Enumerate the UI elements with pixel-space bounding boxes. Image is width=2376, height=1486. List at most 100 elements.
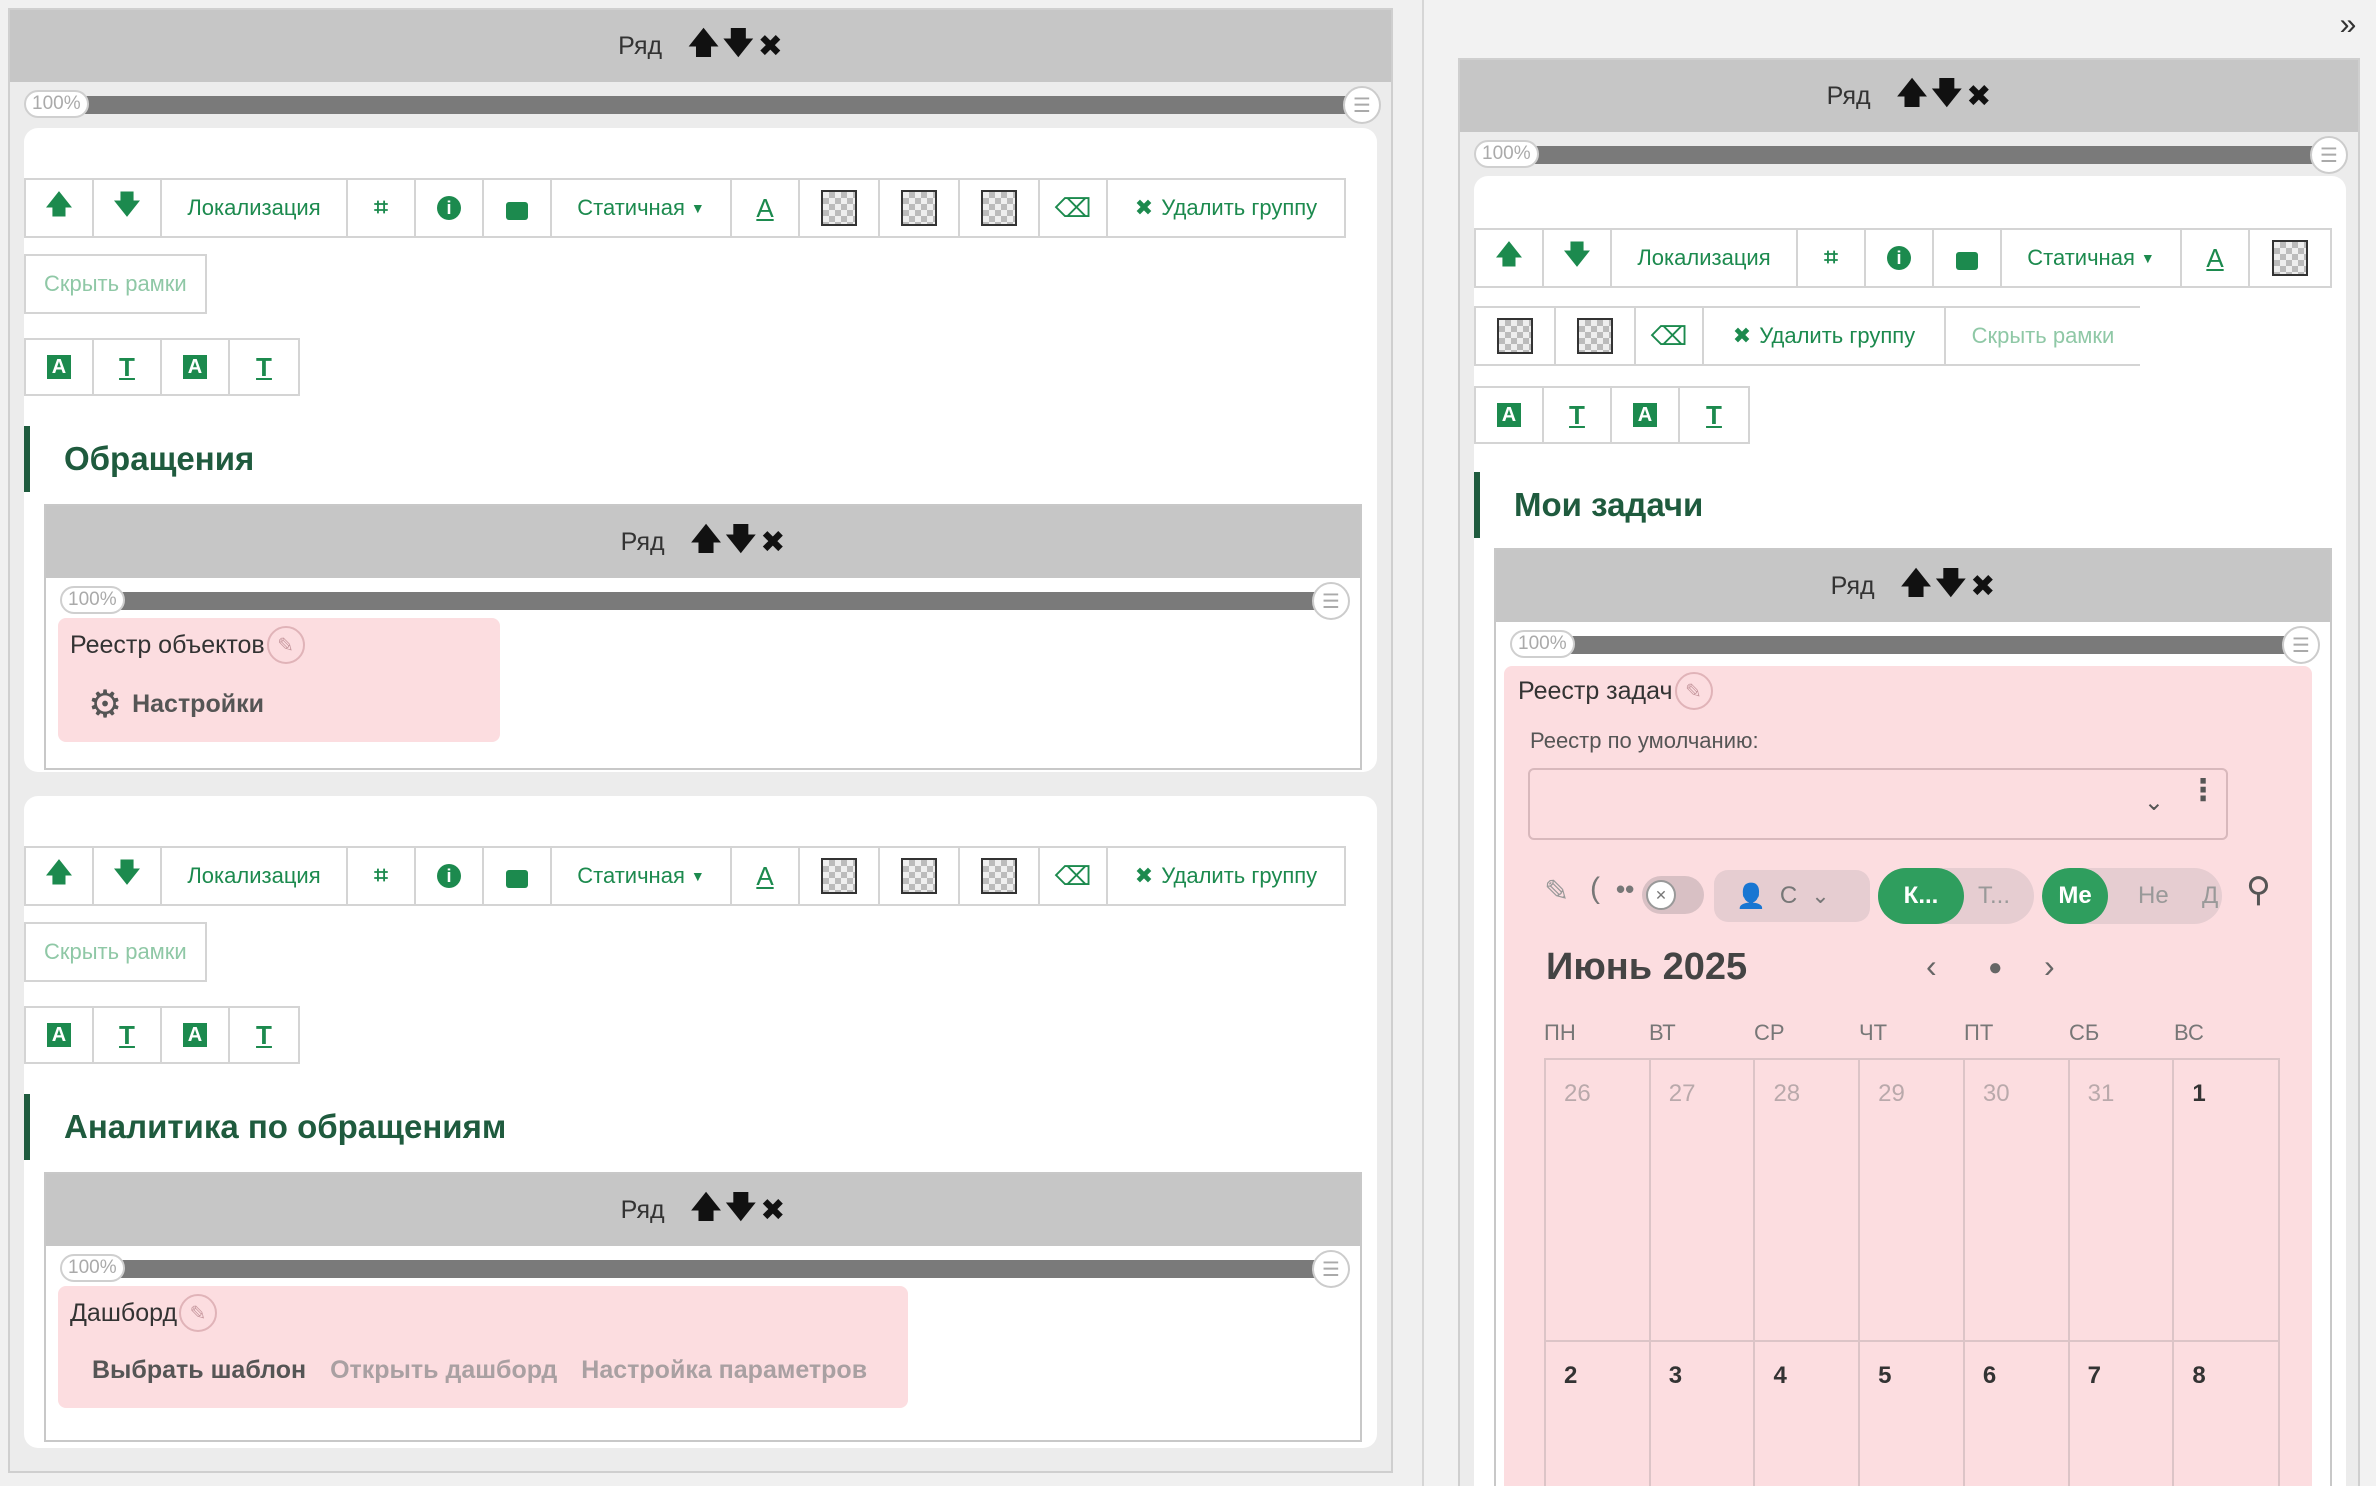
eraser-button[interactable]: ⌫ [1040,848,1108,904]
background-transparent-button[interactable] [2250,230,2330,286]
calendar-day[interactable]: 4 [1755,1342,1861,1486]
calendar-next-icon[interactable]: › [2044,948,2055,985]
delete-group-button[interactable]: ✖ Удалить группу [1704,308,1946,364]
localization-button[interactable]: Локализация [162,848,348,904]
width-slider[interactable]: 100% ☰ [10,82,1391,126]
parameter-settings-link[interactable]: Настройка параметров [581,1356,867,1385]
close-icon[interactable]: ✖ [1970,569,1995,604]
move-up-button[interactable]: 🡅 [26,848,94,904]
calendar-day[interactable]: 1 [2174,1060,2281,1340]
hide-frames-button[interactable]: Скрыть рамки [1946,308,2140,364]
calendar-day[interactable]: 7 [2070,1342,2175,1486]
binoculars-button[interactable]: ⌗ [1798,230,1866,286]
slider-handle-icon[interactable]: ☰ [2282,626,2320,664]
eraser-button[interactable]: ⌫ [1636,308,1704,364]
title-text-button[interactable]: T [1544,388,1612,442]
body-text-button[interactable]: T [230,340,298,394]
calendar-day[interactable]: 8 [2174,1342,2281,1486]
close-icon[interactable]: ✖ [760,1193,785,1228]
move-down-icon[interactable]: 🡇 [725,517,756,568]
select-template-link[interactable]: Выбрать шаблон [92,1356,306,1385]
binoculars-button[interactable]: ⌗ [348,848,416,904]
close-icon[interactable]: ✖ [758,29,783,64]
edit-icon[interactable]: ✎ [179,1294,218,1332]
hide-frames-button[interactable]: Скрыть рамки [24,922,207,982]
info-button[interactable]: i [416,848,484,904]
move-up-icon[interactable]: 🡅 [1901,561,1932,612]
body-text-button[interactable]: T [230,1008,298,1062]
slider-handle-icon[interactable]: ☰ [2310,136,2348,174]
toggle-switch[interactable]: ✕ [1642,876,1704,914]
search-icon[interactable]: ⚲ [2246,870,2271,910]
border-transparent-button[interactable] [880,180,960,236]
move-up-button[interactable]: 🡅 [26,180,94,236]
font-color-button[interactable]: A [2182,230,2250,286]
view-option-d[interactable]: Д [2202,868,2218,924]
border-transparent-button[interactable] [880,848,960,904]
lock-button[interactable] [1934,230,2002,286]
slider-handle-icon[interactable]: ☰ [1312,582,1350,620]
calendar-day[interactable]: 2 [1546,1342,1651,1486]
lock-button[interactable] [484,180,552,236]
background-transparent-button[interactable] [800,180,880,236]
title-text-button[interactable]: T [94,1008,162,1062]
header-transparent-button[interactable] [960,180,1040,236]
localization-button[interactable]: Локализация [1612,230,1798,286]
view-option-ne[interactable]: Не [2138,868,2169,924]
view-option-k[interactable]: К... [1878,868,1964,924]
calendar-day[interactable]: 3 [1651,1342,1756,1486]
open-dashboard-link[interactable]: Открыть дашборд [330,1356,557,1385]
slider-handle-icon[interactable]: ☰ [1312,1250,1350,1288]
width-slider[interactable]: 100% ☰ [46,578,1360,622]
move-down-icon[interactable]: 🡇 [1935,561,1966,612]
font-color-button[interactable]: A [732,180,800,236]
header-transparent-button[interactable] [1556,308,1636,364]
title-color-button[interactable]: A [26,1008,94,1062]
static-dropdown[interactable]: Статичная ▼ [2002,230,2182,286]
info-button[interactable]: i [1866,230,1934,286]
width-slider[interactable]: 100% ☰ [46,1246,1360,1290]
binoculars-button[interactable]: ⌗ [348,180,416,236]
lock-button[interactable] [484,848,552,904]
body-text-button[interactable]: T [1680,388,1748,442]
calendar-today-icon[interactable]: ● [1988,954,2003,982]
collapse-panel-icon[interactable]: » [2334,10,2362,42]
body-color-button[interactable]: A [162,340,230,394]
calendar-day[interactable]: 31 [2070,1060,2175,1340]
calendar-day[interactable]: 29 [1860,1060,1965,1340]
header-transparent-button[interactable] [960,848,1040,904]
calendar-day[interactable]: 26 [1546,1060,1651,1340]
move-up-icon[interactable]: 🡅 [688,21,719,72]
move-up-button[interactable]: 🡅 [1476,230,1544,286]
move-down-button[interactable]: 🡇 [94,848,162,904]
move-down-icon[interactable]: 🡇 [725,1185,756,1236]
move-down-icon[interactable]: 🡇 [723,21,754,72]
title-text-button[interactable]: T [94,340,162,394]
slider-handle-icon[interactable]: ☰ [1343,86,1381,124]
view-option-me[interactable]: Ме [2042,868,2108,924]
settings-link[interactable]: ⚙ Настройки [88,682,264,727]
localization-button[interactable]: Локализация [162,180,348,236]
move-up-icon[interactable]: 🡅 [1897,71,1928,122]
calendar-day[interactable]: 30 [1965,1060,2070,1340]
edit-icon[interactable]: ✎ [1674,672,1713,710]
info-button[interactable]: i [416,180,484,236]
edit-icon[interactable]: ✎ [266,626,305,664]
static-dropdown[interactable]: Статичная ▼ [552,180,732,236]
width-slider[interactable]: 100% ☰ [1496,622,2330,666]
refresh-icon[interactable]: ( [1590,872,1600,906]
delete-group-button[interactable]: ✖ Удалить группу [1108,848,1344,904]
move-down-button[interactable]: 🡇 [94,180,162,236]
more-dots-icon[interactable]: •• [1616,874,1634,905]
background-transparent-button[interactable] [800,848,880,904]
default-registry-select[interactable]: ⌄ ⋮ [1528,768,2228,840]
calendar-day[interactable]: 27 [1651,1060,1756,1340]
title-color-button[interactable]: A [1476,388,1544,442]
hide-frames-button[interactable]: Скрыть рамки [24,254,207,314]
more-vertical-icon[interactable]: ⋮ [2188,776,2218,806]
delete-group-button[interactable]: ✖ Удалить группу [1108,180,1344,236]
move-down-button[interactable]: 🡇 [1544,230,1612,286]
calendar-day[interactable]: 28 [1755,1060,1861,1340]
static-dropdown[interactable]: Статичная ▼ [552,848,732,904]
move-up-icon[interactable]: 🡅 [691,1185,722,1236]
